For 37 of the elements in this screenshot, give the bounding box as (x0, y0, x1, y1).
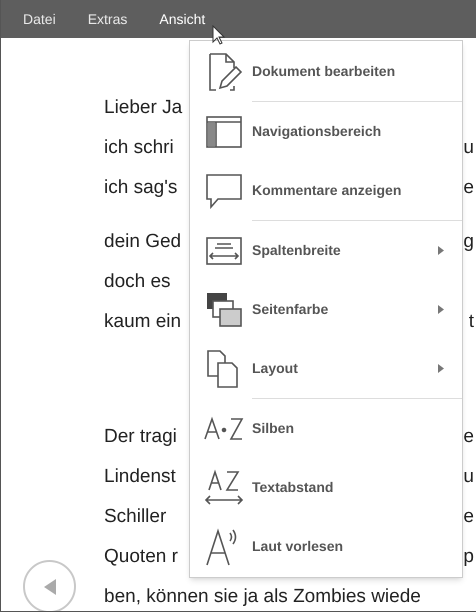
document-text: e (463, 424, 474, 449)
back-button[interactable] (23, 560, 76, 611)
menu-bar-item[interactable]: Ansicht (159, 8, 206, 30)
menu-bar-item[interactable]: Datei (23, 8, 56, 30)
document-text: Lieber Ja (104, 96, 182, 120)
document-text: Lindenst (104, 464, 176, 489)
document-text: ben, können sie ja als Zombies wiede (104, 584, 421, 609)
submenu-arrow-icon (438, 305, 444, 314)
left-triangle-icon (42, 578, 56, 596)
menu-item[interactable]: Seitenfarbe (190, 280, 462, 339)
menu-item[interactable]: Spaltenbreite (190, 221, 462, 280)
document-text: u (463, 136, 474, 160)
menu-item[interactable]: Textabstand (190, 458, 462, 517)
document-text: t (468, 310, 474, 334)
document-text: e (463, 504, 474, 529)
document-text: Quoten r (104, 544, 178, 569)
menu-item[interactable]: Silben (190, 399, 462, 458)
menu-item[interactable]: Navigationsbereich (190, 102, 462, 161)
document-text: ich schri (104, 136, 174, 160)
document-text: dein Ged (104, 230, 182, 254)
menu-item[interactable]: Dokument bearbeiten (190, 42, 462, 101)
document-text: Schiller (104, 504, 166, 529)
menu-item[interactable]: Layout (190, 339, 462, 398)
document-text: p (463, 544, 474, 569)
document-text: doch es (104, 270, 171, 294)
document-text: Der tragi (104, 424, 177, 449)
menu-item[interactable]: Laut vorlesen (190, 517, 462, 576)
text-spacing-icon (203, 468, 245, 508)
document-text: g (463, 230, 474, 254)
submenu-arrow-icon (438, 364, 444, 373)
document-text: u (463, 464, 474, 489)
document-text: kaum ein (104, 310, 182, 334)
document-text: ich sag's (104, 176, 178, 200)
menu-bar-item[interactable]: Extras (88, 8, 128, 30)
menu-item[interactable]: Kommentare anzeigen (190, 161, 462, 220)
document-text: e (463, 176, 474, 200)
submenu-arrow-icon (438, 246, 444, 255)
